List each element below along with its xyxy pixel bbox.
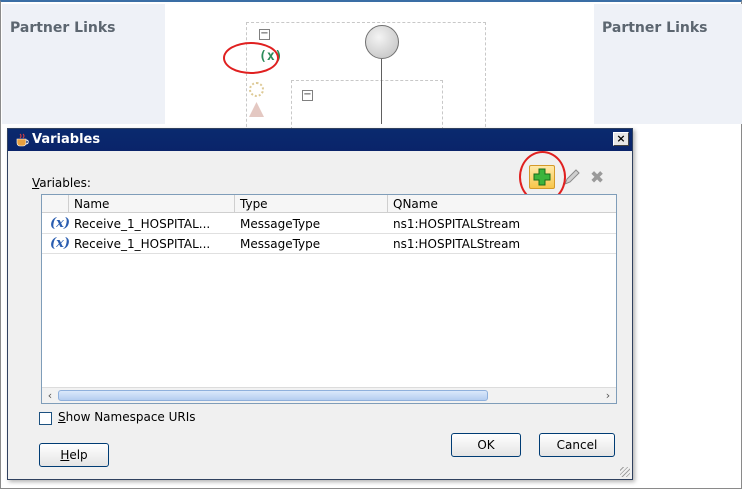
table-row[interactable]: (x) Receive_1_HOSPITAL... MessageType ns… [42,234,616,254]
close-button[interactable]: × [613,132,629,146]
cancel-button[interactable]: Cancel [539,433,615,457]
header-icon-column [42,195,69,213]
header-qname[interactable]: QName [388,195,616,213]
inner-scope [291,80,443,130]
header-name[interactable]: Name [69,195,235,213]
table-row[interactable]: (x) Receive_1_HOSPITAL... MessageType ns… [42,214,616,234]
resize-grip-icon[interactable] [620,467,630,477]
collapse-inner-scope-icon[interactable]: − [302,90,313,101]
java-cup-icon [16,133,29,147]
scroll-left-icon[interactable]: ‹ [43,389,57,403]
correlation-sets-icon[interactable] [249,82,264,97]
show-namespace-label[interactable]: Show Namespace URIs [58,410,196,424]
variables-label: Variables: [32,176,91,190]
cell-name: Receive_1_HOSPITAL... [74,217,211,231]
partner-links-right-label: Partner Links [602,20,708,36]
flow-connector [381,59,382,124]
table-header: Name Type QName [42,195,616,213]
start-node[interactable] [365,25,399,59]
collapse-scope-icon[interactable]: − [259,29,270,40]
variable-icon: (x) [50,236,71,251]
variables-dialog: Variables × Variables: ✖ Name Type QName… [7,128,633,480]
show-namespace-checkbox[interactable] [39,412,52,425]
ok-button[interactable]: OK [451,433,521,457]
scroll-right-icon[interactable]: › [601,389,615,403]
dialog-title: Variables [32,132,101,147]
highlight-circle-variables [223,42,279,74]
cell-name: Receive_1_HOSPITAL... [74,237,211,251]
variable-icon: (x) [50,216,71,231]
scroll-thumb[interactable] [58,390,488,401]
delete-icon[interactable]: ✖ [590,169,608,187]
cell-qname: ns1:HOSPITALStream [393,237,521,251]
dialog-titlebar[interactable]: Variables × [8,129,632,151]
cell-type: MessageType [240,217,321,231]
header-type[interactable]: Type [235,195,388,213]
variables-table: Name Type QName (x) Receive_1_HOSPITAL..… [41,194,617,404]
cell-type: MessageType [240,237,321,251]
horizontal-scrollbar[interactable]: ‹ › [42,387,616,403]
partner-links-right-panel: Partner Links [594,4,742,124]
partner-links-left-label: Partner Links [10,20,116,36]
help-button[interactable]: Help [39,443,109,467]
cell-qname: ns1:HOSPITALStream [393,217,521,231]
partner-links-left-panel: Partner Links [2,4,165,124]
